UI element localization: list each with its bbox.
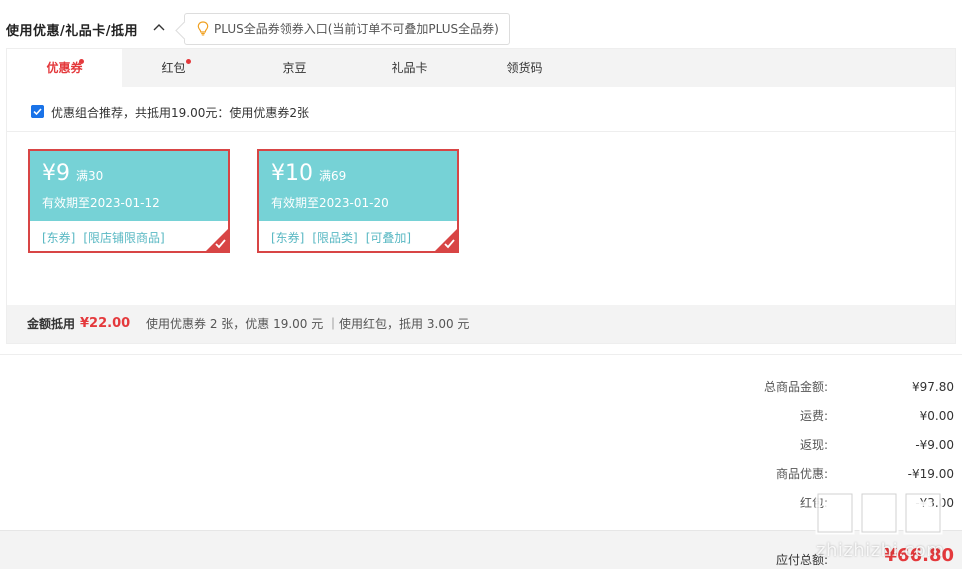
summary-label: 运费:: [799, 409, 828, 423]
coupon-amount: ¥9 满30: [42, 161, 104, 186]
coupon-tag: [东券]: [42, 231, 76, 245]
chevron-up-icon[interactable]: [153, 22, 165, 34]
selected-check-icon: [435, 229, 457, 251]
summary-value: ¥0.00: [919, 409, 954, 423]
watermark-text: zhizhizhi.com: [816, 540, 945, 561]
coupon-tags: [东券] [限店铺限商品]: [42, 229, 173, 246]
lightbulb-icon: [197, 21, 209, 36]
coupon-condition: 满30: [76, 169, 104, 183]
discount-description: 使用优惠券 2 张，优惠 19.00 元 ｜使用红包，抵用 3.00 元: [146, 317, 470, 331]
summary-row: 总商品金额: ¥97.80: [654, 378, 954, 396]
coupon-panel: 优惠券 红包 京豆 礼品卡 领货码 优惠组合推荐，共抵用19.00元：使用优惠券…: [6, 48, 956, 344]
coupon-condition: 满69: [319, 169, 347, 183]
watermark: zhizhizhi.com: [812, 488, 962, 569]
checkbox-checked-icon[interactable]: [31, 105, 44, 118]
summary-value: ¥97.80: [912, 380, 954, 394]
coupon-valid-date: 有效期至2023-01-20: [271, 196, 389, 210]
coupon-card[interactable]: ¥10 满69 有效期至2023-01-20 [东券] [限品类] [可叠加]: [257, 149, 459, 253]
coupon-tag: [限品类]: [312, 231, 358, 245]
tab-coupons[interactable]: 优惠券: [7, 49, 122, 87]
new-dot-badge: [79, 59, 84, 64]
coupon-section-header: 使用优惠/礼品卡/抵用 PLUS全品券领券入口(当前订单不可叠加PLUS全品券): [0, 12, 962, 46]
coupon-card[interactable]: ¥9 满30 有效期至2023-01-12 [东券] [限店铺限商品]: [28, 149, 230, 253]
divider: [0, 354, 962, 355]
summary-label: 总商品金额:: [763, 380, 828, 394]
summary-label: 返现:: [799, 438, 828, 452]
summary-value: -¥9.00: [915, 438, 954, 452]
coupon-tag: [限店铺限商品]: [83, 231, 165, 245]
plus-tip-text: PLUS全品券领券入口(当前订单不可叠加PLUS全品券): [214, 22, 499, 36]
coupon-value-area: ¥9 满30 有效期至2023-01-12: [30, 151, 228, 221]
discount-tabs: 优惠券 红包 京豆 礼品卡 领货码: [7, 49, 955, 87]
coupon-amount: ¥10 满69: [271, 161, 347, 186]
new-dot-badge: [186, 59, 191, 64]
tab-gift-card[interactable]: 礼品卡: [362, 49, 457, 87]
summary-row: 运费: ¥0.00: [654, 407, 954, 425]
summary-label: 商品优惠:: [775, 467, 828, 481]
divider: [7, 131, 955, 132]
selected-check-icon: [206, 229, 228, 251]
summary-row: 商品优惠: -¥19.00: [654, 465, 954, 483]
coupon-tag: [东券]: [271, 231, 305, 245]
tab-red-envelope[interactable]: 红包: [122, 49, 225, 87]
watermark-logo-icon: [815, 491, 943, 535]
discount-label: 金额抵用: [27, 317, 76, 331]
section-title[interactable]: 使用优惠/礼品卡/抵用: [6, 20, 138, 39]
coupon-tag: [可叠加]: [365, 231, 412, 245]
discount-amount: ¥22.00: [80, 316, 131, 331]
plus-coupon-tip[interactable]: PLUS全品券领券入口(当前订单不可叠加PLUS全品券): [184, 13, 510, 45]
combo-text: 优惠组合推荐，共抵用19.00元：使用优惠券2张: [51, 106, 309, 120]
tab-redeem-code[interactable]: 领货码: [477, 49, 572, 87]
summary-value: -¥19.00: [907, 467, 954, 481]
discount-summary-bar: 金额抵用 ¥22.00 使用优惠券 2 张，优惠 19.00 元 ｜使用红包，抵…: [7, 305, 955, 343]
coupon-tags: [东券] [限品类] [可叠加]: [271, 229, 419, 246]
coupon-value-area: ¥10 满69 有效期至2023-01-20: [259, 151, 457, 221]
coupon-valid-date: 有效期至2023-01-12: [42, 196, 160, 210]
tab-jingdou[interactable]: 京豆: [247, 49, 342, 87]
summary-row: 返现: -¥9.00: [654, 436, 954, 454]
